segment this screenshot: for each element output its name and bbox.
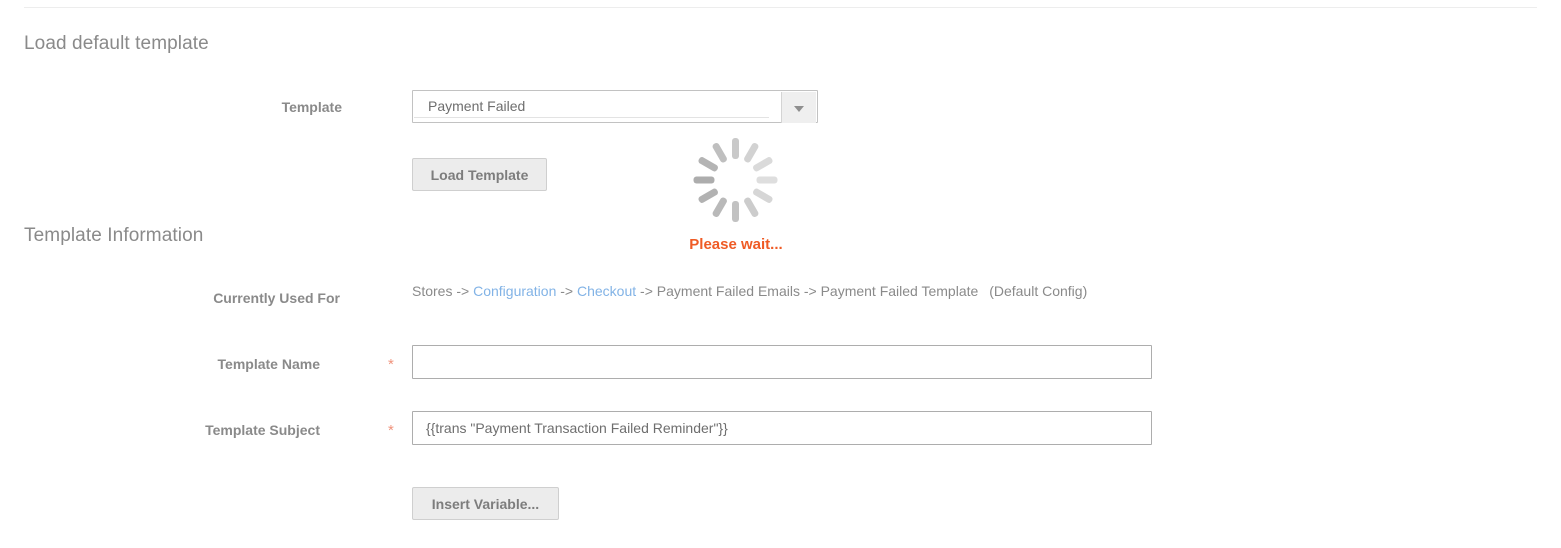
breadcrumb-separator-3: -> <box>640 283 653 299</box>
load-default-template-heading: Load default template <box>24 33 209 54</box>
template-subject-required-marker: * <box>388 422 394 439</box>
chevron-down-icon[interactable] <box>781 92 816 123</box>
spinner-spoke <box>742 196 760 219</box>
spinner-spoke <box>731 138 739 159</box>
email-template-form-page: Load default template Template Payment F… <box>0 0 1561 548</box>
spinner-spoke <box>710 141 728 164</box>
breadcrumb-payment-failed-template: Payment Failed Template <box>820 283 979 299</box>
breadcrumb-stores: Stores <box>412 283 453 299</box>
breadcrumb-separator-1: -> <box>456 283 470 299</box>
template-information-heading: Template Information <box>24 225 204 246</box>
spinner-spoke <box>742 141 760 164</box>
template-select-underline <box>414 117 769 118</box>
breadcrumb-link-configuration[interactable]: Configuration <box>473 283 556 299</box>
template-name-input[interactable] <box>412 345 1152 379</box>
spinner-spoke <box>693 176 714 184</box>
template-select-value: Payment Failed <box>428 98 526 114</box>
breadcrumb-payment-failed-emails: Payment Failed Emails <box>656 283 800 299</box>
currently-used-for-label: Currently Used For <box>213 290 340 306</box>
template-name-required-marker: * <box>388 356 394 373</box>
load-template-button[interactable]: Load Template <box>412 158 547 191</box>
template-select[interactable]: Payment Failed <box>412 90 818 123</box>
breadcrumb-scope: (Default Config) <box>989 283 1088 299</box>
insert-variable-button[interactable]: Insert Variable... <box>412 487 559 520</box>
spinner-spoke <box>731 201 739 222</box>
template-select-label: Template <box>281 99 342 115</box>
template-subject-input[interactable] <box>412 411 1152 445</box>
spinner-spoke <box>756 176 777 184</box>
breadcrumb-separator-2: -> <box>560 283 574 299</box>
template-select-box[interactable]: Payment Failed <box>412 90 818 123</box>
template-name-label: Template Name <box>217 356 320 372</box>
spinner-spoke <box>696 155 719 173</box>
breadcrumb-link-checkout[interactable]: Checkout <box>577 283 636 299</box>
top-divider <box>24 7 1537 8</box>
breadcrumb-separator-4: -> <box>803 283 817 299</box>
please-wait-message: Please wait... <box>689 236 783 253</box>
spinner-icon <box>693 138 777 222</box>
template-subject-label: Template Subject <box>205 422 320 438</box>
spinner-spoke <box>710 196 728 219</box>
currently-used-for-value: Stores -> Configuration -> Checkout -> P… <box>412 282 1087 300</box>
spinner-spoke <box>696 187 719 205</box>
spinner-spoke <box>751 187 774 205</box>
spinner-spoke <box>751 155 774 173</box>
